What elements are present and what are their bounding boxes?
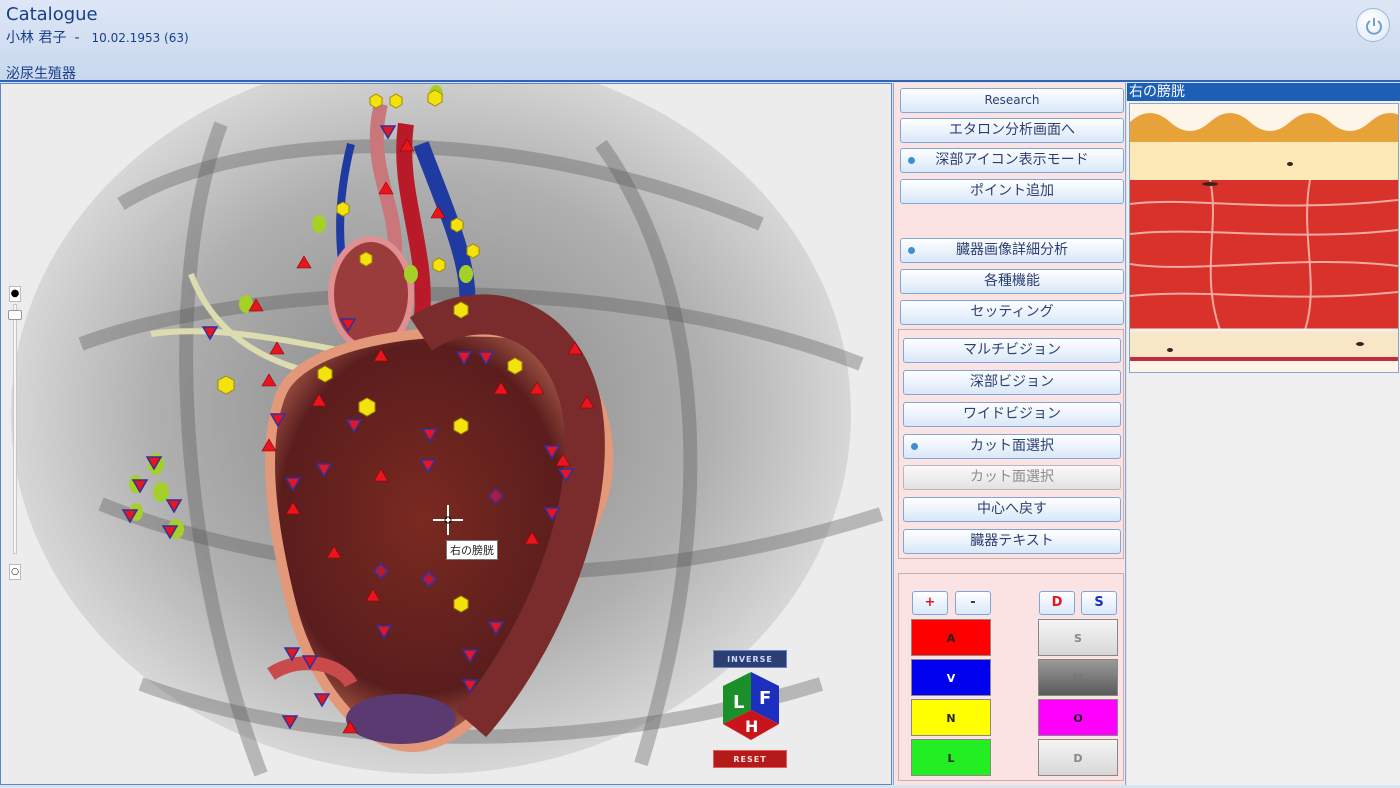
header-bar: Catalogue 小林 君子 -10.02.1953 (63) 泌尿生殖器 [0, 0, 1400, 82]
layer-v-button[interactable]: V [911, 659, 991, 696]
research-button[interactable]: Research [900, 88, 1124, 113]
s-toggle-button[interactable]: S [1081, 591, 1117, 615]
zoom-in-icon[interactable]: ● [9, 286, 21, 302]
functions-button[interactable]: 各種機能 [900, 269, 1124, 294]
layer-m-button[interactable]: M [1038, 659, 1118, 696]
layer-s-button[interactable]: S [1038, 619, 1118, 656]
cut-plane-select-disabled-button: カット面選択 [903, 465, 1121, 490]
tissue-title: 右の膀胱 [1127, 83, 1400, 101]
deep-icon-mode-label: 深部アイコン表示モード [935, 152, 1089, 168]
settings-button[interactable]: セッティング [900, 300, 1124, 325]
bullet-icon [908, 247, 915, 254]
cube-face-h: H [745, 717, 758, 736]
cube-face-l: L [733, 692, 744, 713]
tissue-panel: 右の膀胱 [1127, 83, 1400, 785]
layer-o-button[interactable]: O [1038, 699, 1118, 736]
layer-d-button[interactable]: D [1038, 739, 1118, 776]
zoom-minus-button[interactable]: - [955, 591, 991, 615]
patient-dob: 10.02.1953 (63) [91, 31, 189, 45]
deep-vision-button[interactable]: 深部ビジョン [903, 370, 1121, 395]
multi-vision-button[interactable]: マルチビジョン [903, 338, 1121, 363]
patient-name: 小林 君子 [6, 30, 67, 46]
power-icon [1366, 18, 1382, 35]
organ-text-button[interactable]: 臓器テキスト [903, 529, 1121, 554]
view-cube-icon[interactable]: L F H [719, 670, 783, 748]
deep-icon-mode-button[interactable]: 深部アイコン表示モード [900, 148, 1124, 173]
app-window: Catalogue 小林 君子 -10.02.1953 (63) 泌尿生殖器 ●… [0, 0, 1400, 788]
zoom-plus-button[interactable]: + [912, 591, 948, 615]
anatomy-3d-viewport[interactable]: ● ○ 右の膀胱 INVERSE L F H RESET [0, 83, 892, 785]
patient-separator: - [74, 30, 80, 46]
patient-info: 小林 君子 -10.02.1953 (63) [6, 27, 189, 47]
organ-tooltip: 右の膀胱 [446, 540, 498, 560]
d-toggle-button[interactable]: D [1039, 591, 1075, 615]
zoom-thumb[interactable] [8, 310, 22, 320]
reset-button[interactable]: RESET [713, 750, 787, 768]
power-button[interactable] [1356, 8, 1390, 42]
layer-n-button[interactable]: N [911, 699, 991, 736]
zoom-track[interactable] [13, 304, 17, 554]
orientation-cube[interactable]: INVERSE L F H RESET [709, 646, 791, 776]
etalon-analysis-button[interactable]: エタロン分析画面へ [900, 118, 1124, 143]
inverse-button[interactable]: INVERSE [713, 650, 787, 668]
menu-panel: Research エタロン分析画面へ 深部アイコン表示モード ポイント追加 臓器… [893, 83, 1126, 785]
back-to-center-button[interactable]: 中心へ戻す [903, 497, 1121, 522]
zoom-slider[interactable]: ● ○ [7, 284, 23, 584]
cut-plane-select-label: カット面選択 [970, 438, 1054, 454]
add-point-button[interactable]: ポイント追加 [900, 179, 1124, 204]
bullet-icon [908, 157, 915, 164]
zoom-out-icon[interactable]: ○ [9, 564, 21, 580]
layer-l-button[interactable]: L [911, 739, 991, 776]
histology-image [1129, 104, 1400, 372]
wide-vision-button[interactable]: ワイドビジョン [903, 402, 1121, 427]
cube-face-f: F [759, 688, 771, 709]
tissue-histology-image [1129, 103, 1400, 373]
section-title: 泌尿生殖器 [6, 66, 76, 82]
organ-image-analysis-button[interactable]: 臓器画像詳細分析 [900, 238, 1124, 263]
bullet-icon [911, 443, 918, 450]
cut-plane-select-button[interactable]: カット面選択 [903, 434, 1121, 459]
layer-a-button[interactable]: A [911, 619, 991, 656]
app-title: Catalogue [6, 4, 98, 25]
organ-image-analysis-label: 臓器画像詳細分析 [956, 242, 1068, 258]
